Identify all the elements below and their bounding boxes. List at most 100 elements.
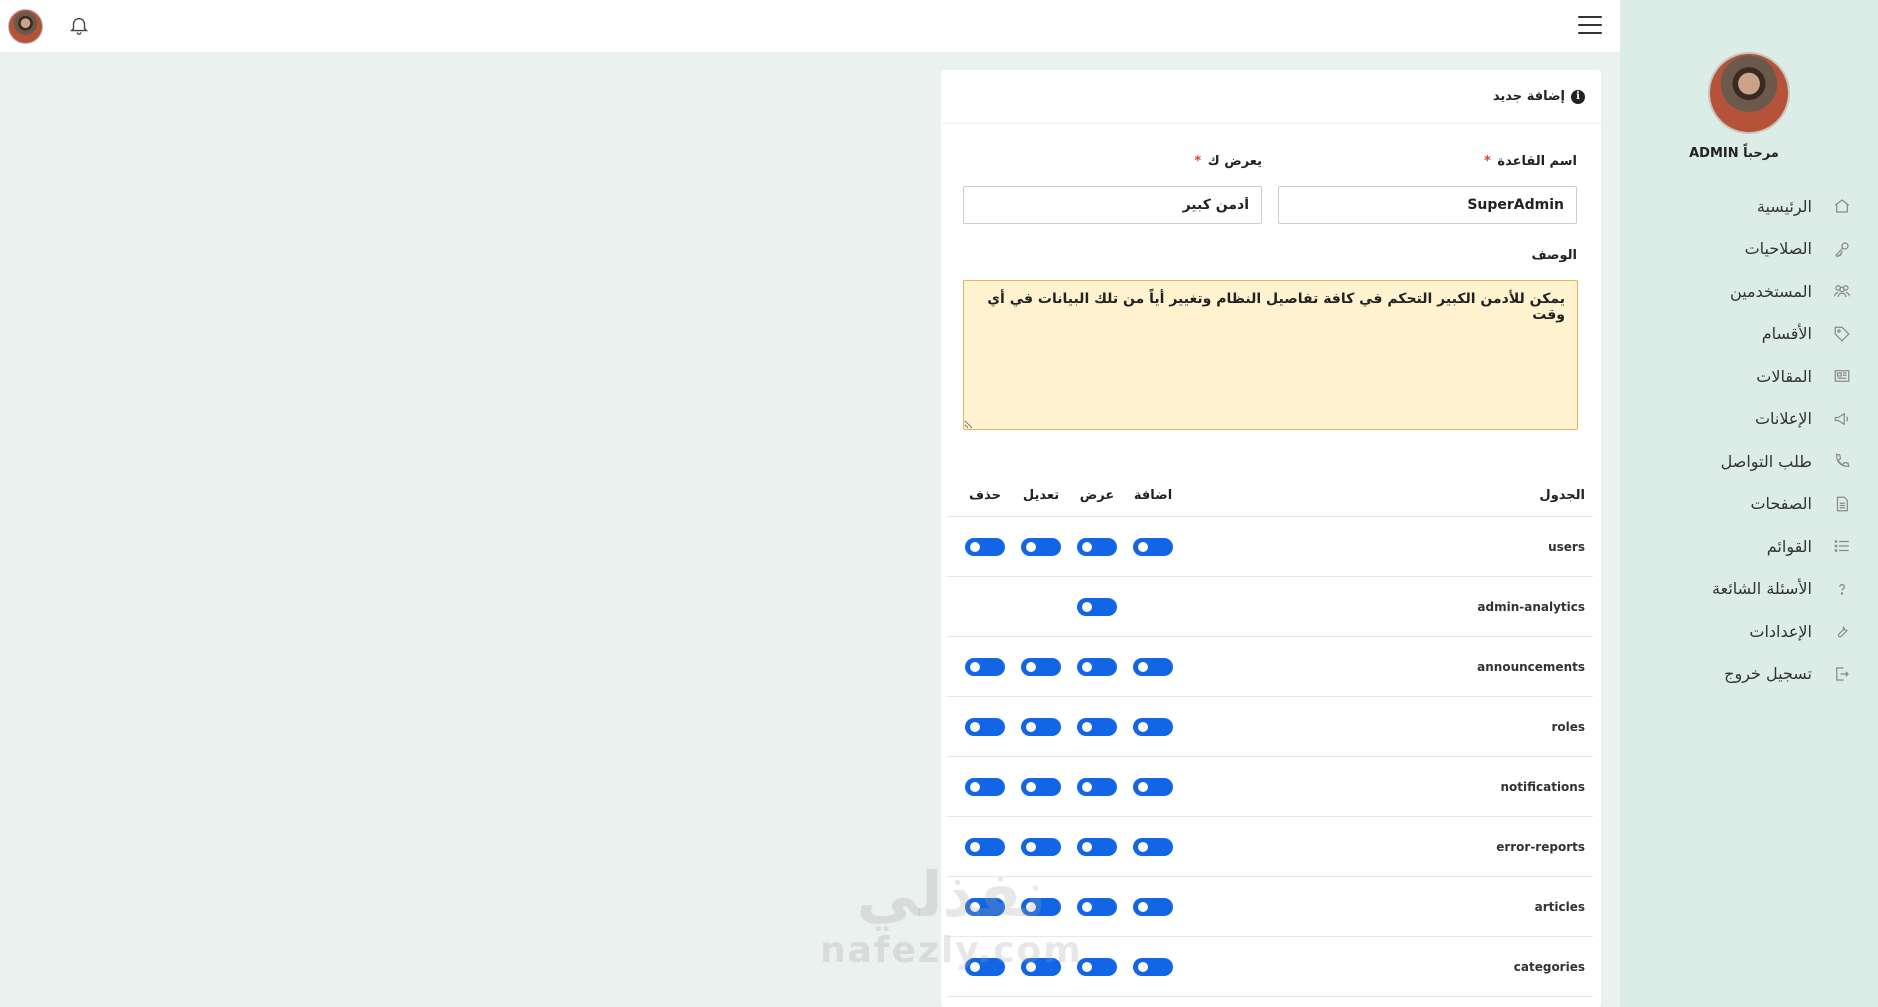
sidebar-item-label: الإعدادات [1749,621,1812,641]
permissions-header: الجدول اضافة عرض تعديل حذف [947,475,1593,517]
edit-toggle[interactable] [1021,957,1061,976]
view-toggle[interactable] [1077,777,1117,796]
table-name: roles [1551,719,1585,734]
table-row: categories [947,937,1593,997]
tag-icon [1832,324,1852,344]
view-toggle[interactable] [1077,537,1117,556]
sidebar-item-5[interactable]: الإعلانات [1620,398,1878,441]
sidebar-item-label: الصلاحيات [1744,239,1812,259]
rule-name-field: اسم القاعدة * [1278,154,1577,224]
profile-section: مرحباً ADMIN [1620,0,1878,161]
home-icon [1832,196,1852,216]
add-role-card: i إضافة جديد اسم القاعدة * يعرض ك * الوص… [941,70,1601,1007]
view-toggle[interactable] [1077,837,1117,856]
edit-toggle[interactable] [1021,777,1061,796]
sidebar-item-label: القوائم [1766,536,1812,556]
table-name: notifications [1500,779,1585,794]
sidebar-item-0[interactable]: الرئيسية [1620,185,1878,228]
welcome-text: مرحباً ADMIN [1689,146,1779,161]
add-toggle[interactable] [1133,657,1173,676]
sidebar-item-label: المستخدمين [1730,281,1812,301]
bell-icon[interactable] [68,14,90,36]
sidebar-item-3[interactable]: الأقسام [1620,313,1878,356]
add-toggle[interactable] [1133,837,1173,856]
table-row: notifications [947,757,1593,817]
delete-toggle[interactable] [965,777,1005,796]
header-add: اضافة [1133,488,1173,503]
delete-toggle[interactable] [965,537,1005,556]
sidebar-item-4[interactable]: المقالات [1620,355,1878,398]
table-name: users [1548,539,1585,554]
table-name: categories [1513,959,1585,974]
sidebar-item-6[interactable]: طلب التواصل [1620,440,1878,483]
view-toggle[interactable] [1077,717,1117,736]
sidebar-nav: الرئيسية الصلاحيات المستخدمين الأقسام المقال… [1620,185,1878,695]
delete-toggle[interactable] [965,717,1005,736]
edit-toggle[interactable] [1021,537,1061,556]
header-delete: حذف [969,488,1001,503]
description-textarea[interactable]: يمكن للأدمن الكبير التحكم في كافة تفاصيل… [963,280,1578,430]
sidebar-item-label: طلب التواصل [1720,451,1812,471]
sidebar-item-label: الأسئلة الشائعة [1712,579,1812,599]
rule-name-label: اسم القاعدة * [1484,154,1577,169]
newspaper-icon [1832,366,1852,386]
sidebar-item-11[interactable]: تسجيل خروج [1620,653,1878,696]
view-toggle[interactable] [1077,957,1117,976]
sidebar-item-2[interactable]: المستخدمين [1620,270,1878,313]
table-name: admin-analytics [1477,599,1585,614]
add-toggle[interactable] [1133,897,1173,916]
edit-toggle[interactable] [1021,717,1061,736]
add-toggle[interactable] [1133,777,1173,796]
users-icon [1832,281,1852,301]
menu-toggle-icon[interactable] [1578,16,1602,36]
sidebar-item-label: تسجيل خروج [1724,664,1812,684]
sidebar-item-10[interactable]: الإعدادات [1620,610,1878,653]
header-view: عرض [1079,488,1115,503]
add-toggle[interactable] [1133,717,1173,736]
megaphone-icon [1832,409,1852,429]
description-label: الوصف [1531,248,1577,263]
table-name: announcements [1477,659,1585,674]
sidebar-item-label: الصفحات [1750,494,1812,514]
question-icon [1832,579,1852,599]
sidebar: مرحباً ADMIN الرئيسية الصلاحيات المستخدمين… [1620,0,1878,1007]
view-toggle[interactable] [1077,657,1117,676]
add-toggle[interactable] [1133,537,1173,556]
table-row: users [947,517,1593,577]
sidebar-item-label: الإعلانات [1754,409,1812,429]
delete-toggle[interactable] [965,657,1005,676]
edit-toggle[interactable] [1021,657,1061,676]
user-avatar[interactable] [8,9,43,44]
phone-icon [1832,451,1852,471]
profile-avatar[interactable] [1708,52,1790,134]
card-title: إضافة جديد [1492,89,1565,104]
sidebar-item-label: المقالات [1756,366,1812,386]
key-icon [1832,239,1852,259]
list-icon [1832,536,1852,556]
rule-name-input[interactable] [1278,186,1577,224]
top-bar [0,0,1620,52]
edit-toggle[interactable] [1021,897,1061,916]
sidebar-item-7[interactable]: الصفحات [1620,483,1878,526]
info-icon: i [1571,89,1585,104]
table-name: articles [1534,899,1585,914]
file-icon [1832,494,1852,514]
header-table: الجدول [1539,488,1585,503]
delete-toggle[interactable] [965,897,1005,916]
sidebar-item-label: الأقسام [1761,324,1812,344]
delete-toggle[interactable] [965,957,1005,976]
sidebar-item-1[interactable]: الصلاحيات [1620,228,1878,271]
display-name-field: يعرض ك * [963,154,1262,224]
table-row: error-reports [947,817,1593,877]
delete-toggle[interactable] [965,837,1005,856]
edit-toggle[interactable] [1021,837,1061,856]
sidebar-item-8[interactable]: القوائم [1620,525,1878,568]
card-header: i إضافة جديد [941,70,1601,124]
table-row: roles [947,697,1593,757]
sidebar-item-9[interactable]: الأسئلة الشائعة [1620,568,1878,611]
view-toggle[interactable] [1077,897,1117,916]
view-toggle[interactable] [1077,597,1117,616]
sidebar-item-label: الرئيسية [1756,196,1812,216]
display-name-input[interactable] [963,186,1262,224]
add-toggle[interactable] [1133,957,1173,976]
